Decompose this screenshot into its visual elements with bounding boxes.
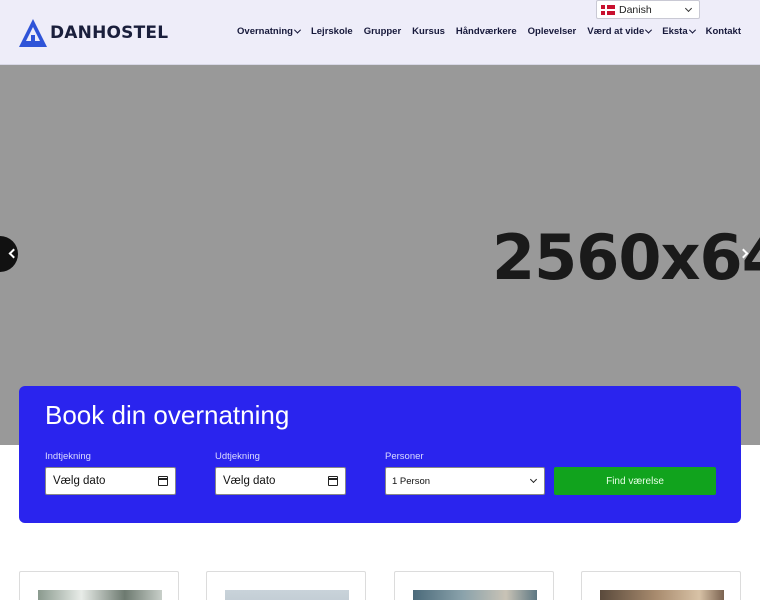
nav-item-eksta[interactable]: Eksta <box>662 26 696 37</box>
persons-select[interactable]: 1 Person <box>385 467 545 495</box>
booking-form: Book din overnatning Indtjekning Vælg da… <box>19 386 741 523</box>
nav-item-kursus[interactable]: Kursus <box>412 26 445 37</box>
find-room-button[interactable]: Find værelse <box>554 467 716 495</box>
nav-item-lejrskole[interactable]: Lejrskole <box>311 26 353 37</box>
logo-text: DANHOSTEL <box>50 23 169 43</box>
chevron-down-icon <box>688 26 696 34</box>
hero-placeholder-text: 2560x640 <box>492 221 760 294</box>
persons-selected-value: 1 Person <box>392 475 431 487</box>
nav-item-overnatning[interactable]: Overnatning <box>237 26 302 37</box>
nav-item-vaerd-at-vide[interactable]: Værd at vide <box>587 26 653 37</box>
nav-item-grupper[interactable]: Grupper <box>364 26 401 37</box>
feature-card[interactable] <box>19 571 179 600</box>
main-nav: Overnatning Lejrskole Grupper Kursus Hån… <box>237 26 741 37</box>
site-header: DANHOSTEL Danish Overnatning Lejrskole G… <box>0 0 760 65</box>
chevron-down-icon <box>529 475 538 484</box>
chevron-down-icon <box>645 26 653 34</box>
checkout-label: Udtjekning <box>215 451 260 462</box>
nav-label: Kursus <box>412 26 445 37</box>
nav-label: Eksta <box>662 26 688 37</box>
feature-card[interactable] <box>206 571 366 600</box>
chevron-down-icon <box>684 4 693 13</box>
calendar-icon[interactable] <box>158 476 168 486</box>
booking-title: Book din overnatning <box>45 400 290 430</box>
nav-label: Værd at vide <box>587 26 645 37</box>
nav-item-oplevelser[interactable]: Oplevelser <box>528 26 577 37</box>
card-image <box>413 590 537 600</box>
danhostel-logo[interactable]: DANHOSTEL <box>18 18 168 48</box>
feature-card[interactable] <box>394 571 554 600</box>
chevron-down-icon <box>293 26 302 34</box>
card-image <box>225 590 349 600</box>
card-image <box>38 590 162 600</box>
nav-label: Grupper <box>363 26 402 37</box>
nav-label: Overnatning <box>237 26 293 37</box>
nav-label: Kontakt <box>705 26 741 37</box>
nav-label: Håndværkere <box>455 26 517 37</box>
nav-item-handvaerkere[interactable]: Håndværkere <box>456 26 517 37</box>
logo-triangle-icon <box>19 19 47 47</box>
calendar-icon[interactable] <box>328 476 338 486</box>
nav-item-kontakt[interactable]: Kontakt <box>706 26 741 37</box>
checkout-date-value: Vælg dato <box>223 475 276 487</box>
nav-label: Lejrskole <box>310 26 353 37</box>
language-selected-label: Danish <box>619 3 652 16</box>
page: DANHOSTEL Danish Overnatning Lejrskole G… <box>0 0 760 600</box>
nav-label: Oplevelser <box>527 26 577 37</box>
language-selector[interactable]: Danish <box>596 0 700 19</box>
persons-label: Personer <box>385 451 424 462</box>
checkout-date-input[interactable]: Vælg dato <box>215 467 346 495</box>
danish-flag-icon <box>601 4 615 15</box>
card-image <box>600 590 724 600</box>
checkin-date-input[interactable]: Vælg dato <box>45 467 176 495</box>
feature-card[interactable] <box>581 571 741 600</box>
checkin-label: Indtjekning <box>45 451 91 462</box>
checkin-date-value: Vælg dato <box>53 475 106 487</box>
